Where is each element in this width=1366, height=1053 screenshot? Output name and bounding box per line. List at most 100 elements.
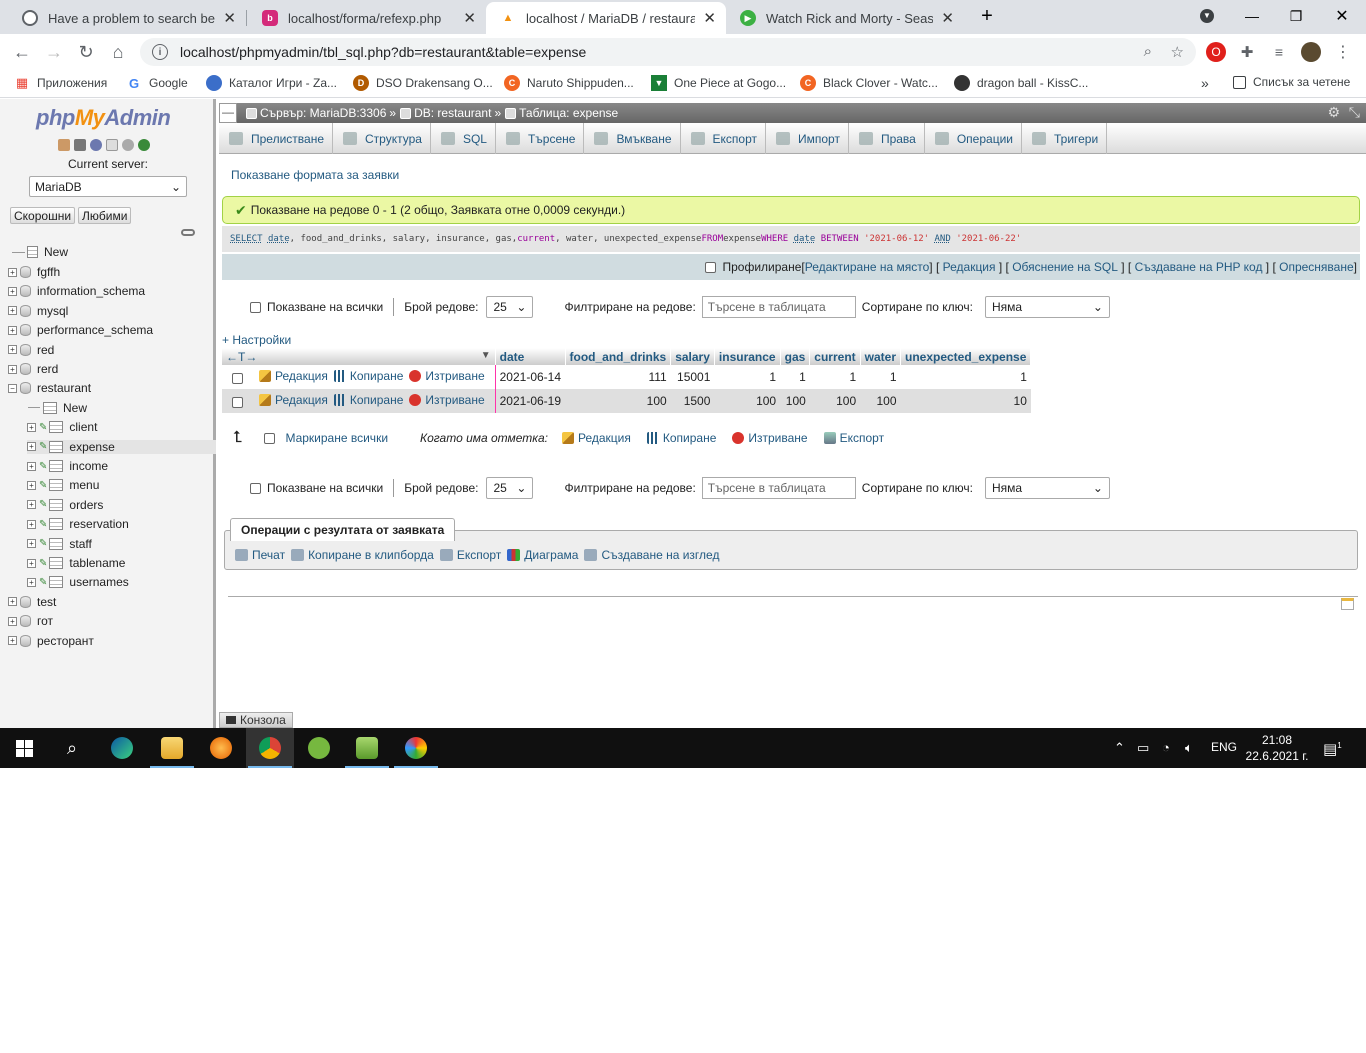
bulk-export-button[interactable]: Експорт: [823, 431, 884, 445]
menu-tab-0[interactable]: Прелистване: [219, 123, 333, 154]
tree-db-performance_schema[interactable]: + performance_schema: [8, 323, 153, 337]
menu-tab-5[interactable]: Експорт: [681, 123, 766, 154]
cell-water[interactable]: 1: [860, 365, 901, 389]
row-edit-button[interactable]: Редакция: [259, 369, 328, 383]
reading-list[interactable]: Списък за четене: [1233, 75, 1350, 89]
tree-db-restaurant[interactable]: − restaurant: [8, 381, 91, 395]
column-header-insurance[interactable]: insurance: [714, 348, 781, 365]
server-select[interactable]: MariaDB ⌄: [29, 176, 187, 197]
mark-all-link[interactable]: Маркиране всички: [285, 431, 388, 445]
inline-edit-link[interactable]: Редактиране на място: [805, 260, 930, 274]
tree-db-mysql[interactable]: + mysql: [8, 304, 68, 318]
gear-icon[interactable]: ⚙: [1327, 104, 1340, 121]
window-close-icon[interactable]: ✕: [1320, 0, 1364, 32]
menu-tab-1[interactable]: Структура: [333, 123, 431, 154]
cell-date[interactable]: 2021-06-19: [494, 389, 566, 413]
bulk-edit-button[interactable]: Редакция: [561, 431, 631, 445]
column-header-date[interactable]: date: [495, 348, 566, 365]
row-edit-button[interactable]: Редакция: [259, 393, 328, 407]
notifications-icon[interactable]: ▤1: [1323, 740, 1342, 758]
minimize-icon[interactable]: —: [1230, 0, 1274, 32]
cell-unexpected_expense[interactable]: 1: [900, 365, 1031, 389]
bookmark-naruto[interactable]: C Naruto Shippuden...: [504, 75, 634, 91]
cell-date[interactable]: 2021-06-14: [494, 365, 566, 389]
menu-tab-3[interactable]: Търсене: [496, 123, 585, 154]
home-icon[interactable]: ⌂: [106, 40, 130, 64]
tree-table-tablename[interactable]: + ✎ tablename: [27, 556, 125, 570]
profiling-checkbox[interactable]: [705, 261, 717, 273]
recent-button[interactable]: Скорошни: [10, 207, 76, 224]
cell-salary[interactable]: 1500: [670, 389, 715, 413]
bulk-copy-button[interactable]: Копиране: [646, 431, 716, 445]
tree-db-rerd[interactable]: + rerd: [8, 362, 58, 376]
mark-all-checkbox[interactable]: [264, 432, 276, 444]
column-header-water[interactable]: water: [860, 348, 902, 365]
edit-link[interactable]: Редакция: [943, 260, 996, 274]
bookmark-onepiece[interactable]: ▼ One Piece at Gogo...: [651, 75, 786, 91]
create-php-link[interactable]: Създаване на PHP код: [1135, 260, 1263, 274]
export-link[interactable]: Експорт: [439, 548, 501, 562]
browser-tab-1[interactable]: Have a problem to search betwe ✕: [8, 2, 246, 34]
tree-table-staff[interactable]: + ✎ staff: [27, 537, 92, 551]
bulk-delete-button[interactable]: Изтриване: [732, 431, 808, 445]
column-header-food_and_drinks[interactable]: food_and_drinks: [565, 348, 672, 365]
battery-icon[interactable]: ▭: [1137, 740, 1149, 756]
column-header-gas[interactable]: gas: [780, 348, 811, 365]
edge-taskbar-button[interactable]: [98, 728, 146, 768]
gear-icon[interactable]: [122, 139, 134, 151]
reload-icon[interactable]: [138, 139, 150, 151]
chart-link[interactable]: Диаграма: [507, 548, 578, 562]
bookmark-drakensang[interactable]: D DSO Drakensang O...: [353, 75, 493, 91]
column-arrows-header[interactable]: ←T→ ▼: [222, 348, 496, 365]
clock[interactable]: 21:08 22.6.2021 г.: [1244, 732, 1310, 764]
row-copy-button[interactable]: Копиране: [333, 369, 403, 383]
link-icon[interactable]: [181, 229, 195, 236]
menu-tab-6[interactable]: Импорт: [766, 123, 849, 154]
help-icon[interactable]: [90, 139, 102, 151]
close-icon[interactable]: ✕: [703, 9, 716, 27]
star-icon[interactable]: ☆: [1171, 43, 1184, 61]
logout-icon[interactable]: [74, 139, 86, 151]
collapse-icon[interactable]: —: [219, 103, 237, 123]
console-toggle[interactable]: Конзола: [219, 712, 293, 728]
breadcrumb-table[interactable]: Таблица: expense: [505, 106, 618, 120]
chrome-taskbar-button[interactable]: [246, 728, 294, 768]
explorer-taskbar-button[interactable]: [148, 728, 196, 768]
tree-table-reservation[interactable]: + ✎ reservation: [27, 517, 129, 531]
breadcrumb-db[interactable]: DB: restaurant: [400, 106, 491, 120]
menu-tab-7[interactable]: Права: [849, 123, 925, 154]
tree-db-fgffh[interactable]: + fgffh: [8, 265, 60, 279]
bookmark-dragonball[interactable]: dragon ball - KissC...: [954, 75, 1088, 91]
browser-tab-4[interactable]: ▶ Watch Rick and Morty - Season 3 ✕: [726, 2, 964, 34]
firefox-taskbar-button[interactable]: [197, 728, 245, 768]
show-query-form-link[interactable]: Показване формата за заявки: [231, 168, 399, 182]
settings-toggle[interactable]: + Настройки: [222, 333, 291, 347]
filter-rows-input[interactable]: Търсене в таблицата: [701, 296, 856, 318]
tree-table-expense[interactable]: + ✎ expense: [27, 439, 216, 454]
cell-food_and_drinks[interactable]: 100: [565, 389, 671, 413]
cell-insurance[interactable]: 100: [714, 389, 781, 413]
browser-tab-2[interactable]: b localhost/forma/refexp.php ✕: [248, 2, 486, 34]
cell-water[interactable]: 100: [860, 389, 901, 413]
column-header-current[interactable]: current: [809, 348, 861, 365]
kebab-menu-icon[interactable]: ⋮: [1333, 42, 1353, 62]
cell-salary[interactable]: 15001: [670, 365, 715, 389]
avatar[interactable]: [1301, 42, 1321, 62]
close-icon[interactable]: ✕: [223, 9, 236, 27]
tree-table-client[interactable]: + ✎ client: [27, 420, 97, 434]
docs-icon[interactable]: [106, 139, 118, 151]
tree-db-2[interactable]: + ресторант: [8, 634, 94, 648]
bookmarks-more[interactable]: »: [1201, 75, 1209, 91]
language-indicator[interactable]: ENG: [1211, 740, 1237, 754]
tree-table-income[interactable]: + ✎ income: [27, 459, 108, 473]
cell-unexpected_expense[interactable]: 10: [900, 389, 1031, 413]
zoom-icon[interactable]: ⌕: [1144, 43, 1152, 60]
cell-gas[interactable]: 1: [780, 365, 810, 389]
tree-db-0[interactable]: + test: [8, 595, 56, 609]
show-all-checkbox[interactable]: [250, 301, 261, 313]
menu-tab-8[interactable]: Операции: [925, 123, 1022, 154]
cell-gas[interactable]: 100: [780, 389, 810, 413]
new-tab-button[interactable]: +: [965, 0, 1009, 32]
row-checkbox[interactable]: [232, 373, 243, 385]
tree-table-menu[interactable]: + ✎ menu: [27, 478, 99, 492]
